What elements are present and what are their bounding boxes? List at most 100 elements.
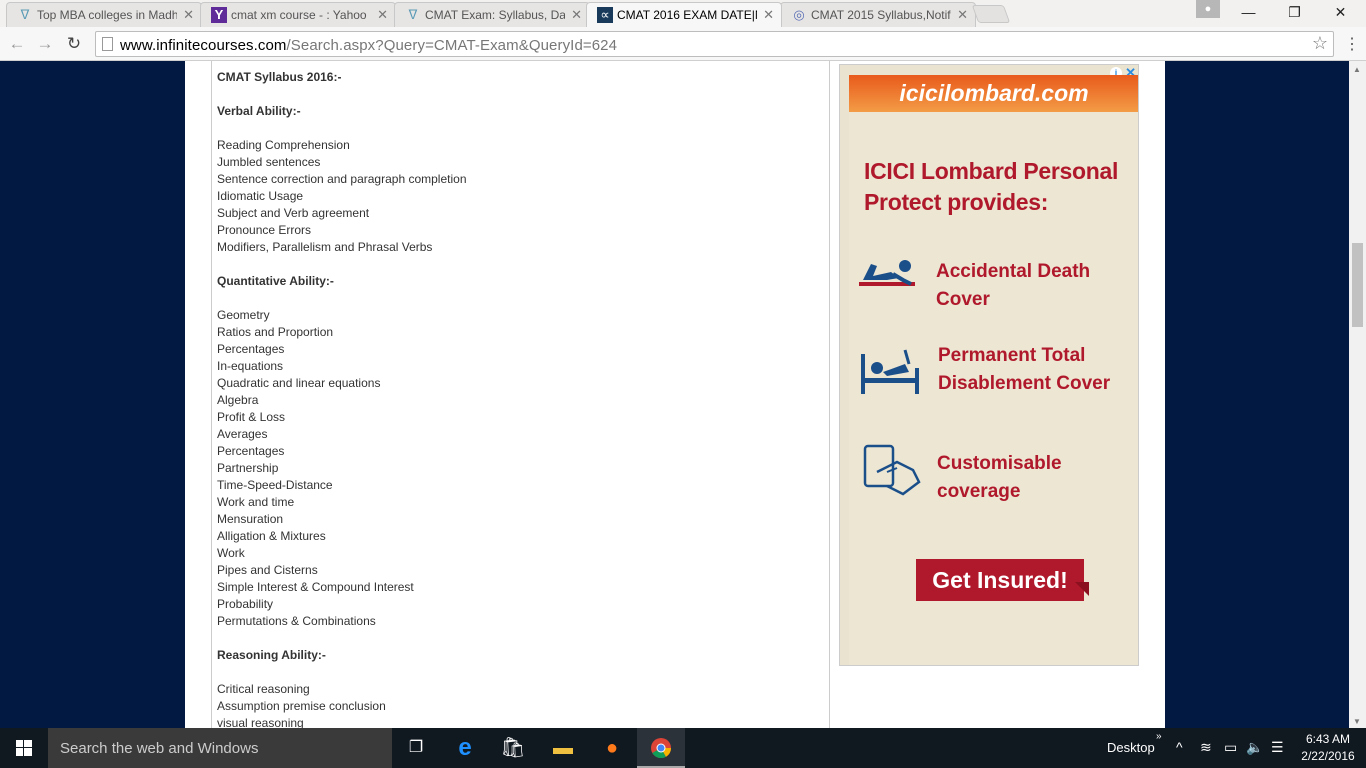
- address-bar[interactable]: www.infinitecourses.com/Search.aspx?Quer…: [95, 31, 1334, 57]
- list-item: Profit & Loss: [217, 410, 286, 424]
- list-item: visual reasoning: [217, 716, 304, 728]
- tab-cmat-2016-exam-date[interactable]: ∝ CMAT 2016 EXAM DATE|N ✕: [586, 2, 782, 27]
- url-host: www.infinitecourses.com: [120, 37, 287, 54]
- forward-button[interactable]: →: [34, 33, 56, 55]
- volume-icon[interactable]: 🔈: [1246, 739, 1263, 756]
- wifi-icon[interactable]: ≋: [1200, 739, 1212, 756]
- taskbar-search-box[interactable]: Search the web and Windows: [48, 728, 392, 768]
- chrome-logo-icon: [651, 738, 672, 759]
- list-item: Probability: [217, 597, 274, 611]
- search-placeholder: Search the web and Windows: [60, 740, 259, 757]
- list-item: In-equations: [217, 359, 284, 373]
- yahoo-icon: Y: [211, 7, 227, 23]
- list-item: Percentages: [217, 342, 285, 356]
- reasoning-list: Critical reasoning Assumption premise co…: [217, 681, 829, 728]
- page-content: CMAT Syllabus 2016:- Verbal Ability:- Re…: [185, 61, 1165, 728]
- close-tab-icon[interactable]: ✕: [763, 7, 774, 23]
- ad-banner[interactable]: icicilombard.com: [849, 75, 1138, 112]
- list-item: Pronounce Errors: [217, 223, 312, 237]
- chrome-icon[interactable]: [637, 728, 685, 768]
- page-icon: [102, 37, 113, 51]
- list-item: Modifiers, Parallelism and Phrasal Verbs: [217, 240, 433, 254]
- bookmark-star-icon[interactable]: ☆: [1312, 33, 1328, 54]
- tab-cmat-exam-syllabus[interactable]: ᐁ CMAT Exam: Syllabus, Date ✕: [394, 2, 590, 27]
- ad-feature-accidental-death: Accidental Death Cover: [936, 261, 1091, 310]
- tab-yahoo-search[interactable]: Y cmat xm course - : Yahoo I ✕: [200, 2, 396, 27]
- scroll-up-arrow-icon[interactable]: ▲: [1353, 65, 1361, 74]
- browser-toolbar: ← → ↻ www.infinitecourses.com/Search.asp…: [0, 27, 1366, 61]
- close-tab-icon[interactable]: ✕: [571, 7, 582, 23]
- close-tab-icon[interactable]: ✕: [377, 7, 388, 23]
- list-item: Critical reasoning: [217, 682, 310, 696]
- file-explorer-icon[interactable]: ▬: [539, 728, 587, 768]
- start-button[interactable]: [0, 728, 48, 768]
- desktop-toolbar-label[interactable]: Desktop: [1107, 740, 1155, 755]
- list-item: Work and time: [217, 495, 295, 509]
- close-tab-icon[interactable]: ✕: [957, 7, 968, 23]
- ad-body[interactable]: ICICI Lombard Personal Protect provides:…: [849, 112, 1138, 665]
- tab-title: cmat xm course - : Yahoo I: [231, 8, 371, 22]
- close-tab-icon[interactable]: ✕: [183, 7, 194, 23]
- accident-icon: [859, 260, 915, 286]
- get-insured-button[interactable]: Get Insured!: [916, 559, 1084, 601]
- scroll-down-arrow-icon[interactable]: ▼: [1353, 717, 1361, 726]
- minimize-button[interactable]: —: [1226, 0, 1271, 24]
- action-center-icon[interactable]: ☰: [1271, 739, 1284, 756]
- edge-icon[interactable]: e: [441, 728, 489, 768]
- system-clock[interactable]: 6:43 AM 2/22/2016: [1300, 731, 1356, 765]
- scrollbar-thumb[interactable]: [1352, 243, 1363, 327]
- store-icon[interactable]: 🛍: [489, 728, 537, 768]
- list-item: Idiomatic Usage: [217, 189, 304, 203]
- list-item: Algebra: [217, 393, 259, 407]
- tab-strip: ᐁ Top MBA colleges in Madh ✕ Y cmat xm c…: [0, 0, 1366, 27]
- list-item: Time-Speed-Distance: [217, 478, 333, 492]
- profile-icon[interactable]: ●: [1196, 0, 1220, 18]
- url-path: /Search.aspx?Query=CMAT-Exam&QueryId=624: [286, 37, 618, 54]
- firefox-icon[interactable]: ●: [588, 728, 636, 768]
- list-item: Ratios and Proportion: [217, 325, 334, 339]
- infinite-courses-icon: ᐁ: [20, 7, 30, 22]
- list-item: Assumption premise conclusion: [217, 699, 386, 713]
- reasoning-heading: Reasoning Ability:-: [217, 648, 326, 662]
- clock-time: 6:43 AM: [1305, 732, 1351, 746]
- hospital-bed-icon: [861, 349, 919, 394]
- show-hidden-icons-chevron-icon[interactable]: ^: [1176, 739, 1183, 755]
- quant-list: Geometry Ratios and Proportion Percentag…: [217, 307, 829, 630]
- list-item: Percentages: [217, 444, 285, 458]
- advertisement[interactable]: i ✕ icicilombard.com ICICI Lombard Perso…: [839, 64, 1139, 666]
- toolbar-expand-icon[interactable]: »: [1156, 731, 1162, 742]
- tab-title: CMAT Exam: Syllabus, Date: [425, 8, 565, 22]
- page-viewport: CMAT Syllabus 2016:- Verbal Ability:- Re…: [0, 61, 1366, 728]
- tab-cmat-2015-syllabus[interactable]: ◎ CMAT 2015 Syllabus,Notific ✕: [780, 2, 976, 27]
- back-button[interactable]: ←: [6, 33, 28, 55]
- tab-title: CMAT 2015 Syllabus,Notific: [811, 8, 951, 22]
- infinite-courses-icon: ᐁ: [408, 7, 418, 22]
- list-item: Pipes and Cisterns: [217, 563, 318, 577]
- url-text[interactable]: www.infinitecourses.com/Search.aspx?Quer…: [120, 37, 617, 54]
- list-item: Quadratic and linear equations: [217, 376, 381, 390]
- restore-button[interactable]: ❐: [1272, 0, 1317, 24]
- list-item: Subject and Verb agreement: [217, 206, 370, 220]
- list-item: Partnership: [217, 461, 279, 475]
- tab-title: Top MBA colleges in Madh: [37, 8, 177, 22]
- windows-taskbar: Search the web and Windows ❐ e 🛍 ▬ ● Des…: [0, 728, 1366, 768]
- chrome-menu-icon[interactable]: ⋮: [1344, 34, 1360, 54]
- verbal-list: Reading Comprehension Jumbled sentences …: [217, 137, 829, 256]
- battery-icon[interactable]: ▭: [1224, 739, 1237, 756]
- quant-heading: Quantitative Ability:-: [217, 274, 334, 288]
- new-tab-button[interactable]: [971, 5, 1011, 23]
- tab-top-mba-colleges[interactable]: ᐁ Top MBA colleges in Madh ✕: [6, 2, 202, 27]
- alpha-icon: ∝: [597, 7, 613, 23]
- vertical-scrollbar[interactable]: ▲ ▼: [1349, 61, 1366, 728]
- list-item: Permutations & Combinations: [217, 614, 376, 628]
- list-item: Averages: [217, 427, 268, 441]
- list-item: Sentence correction and paragraph comple…: [217, 172, 467, 186]
- list-item: Work: [217, 546, 245, 560]
- task-view-icon[interactable]: ❐: [392, 728, 440, 768]
- ad-feature-permanent-disablement: Permanent Total Disablement Cover: [938, 345, 1111, 394]
- cta-corner: [1075, 582, 1089, 596]
- reload-button[interactable]: ↻: [63, 33, 85, 55]
- article-column: CMAT Syllabus 2016:- Verbal Ability:- Re…: [211, 61, 830, 728]
- list-item: Simple Interest & Compound Interest: [217, 580, 414, 594]
- close-window-button[interactable]: ✕: [1318, 0, 1363, 24]
